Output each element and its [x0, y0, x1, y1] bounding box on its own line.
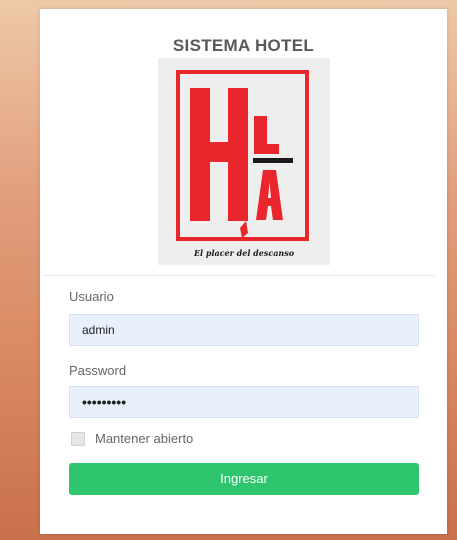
hla-logo-graphic	[176, 70, 309, 241]
remember-me-label: Mantener abierto	[95, 431, 194, 446]
hotel-logo: El placer del descanso	[158, 58, 330, 265]
divider	[42, 275, 435, 276]
username-label: Usuario	[69, 289, 114, 304]
username-field[interactable]	[69, 314, 419, 346]
login-card: SISTEMA HOTEL El placer del descanso Usu…	[40, 9, 447, 534]
login-button[interactable]: Ingresar	[69, 463, 419, 495]
page-title: SISTEMA HOTEL	[172, 36, 315, 55]
logo-tagline: El placer del descanso	[193, 248, 295, 258]
password-field[interactable]: •••••••••	[69, 386, 419, 418]
remember-me-checkbox[interactable]	[71, 432, 85, 446]
password-label: Password	[69, 363, 127, 378]
